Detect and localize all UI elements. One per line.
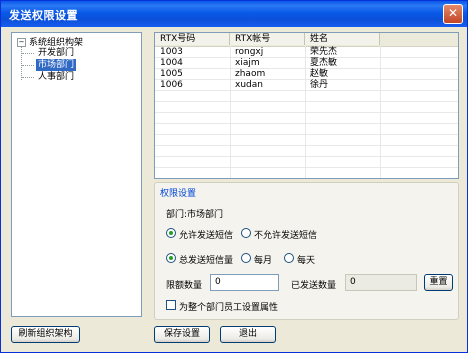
cell-name: 夏杰敏 (310, 58, 338, 68)
list-header: RTX号码 RTX帐号 姓名 (155, 33, 458, 47)
dialog-window: 发送权限设置 ✕ − 系统组织构架 开发部门 市场部门 人事部门 RTX号码 RT… (0, 0, 468, 353)
refresh-org-button[interactable]: 刷新组织架构 (11, 326, 80, 343)
table-row[interactable]: 1006 xudan 徐丹 (155, 80, 458, 91)
monthly-radio[interactable] (241, 253, 251, 263)
total-sms-label[interactable]: 总发送短信量 (179, 253, 233, 266)
limit-input[interactable]: 0 (210, 274, 279, 291)
sent-count-field: 0 (345, 274, 417, 291)
deny-sms-radio[interactable] (241, 228, 251, 238)
column-header-name[interactable]: 姓名 (305, 33, 380, 45)
cell-name: 徐丹 (310, 80, 329, 90)
daily-radio[interactable] (284, 253, 294, 263)
organization-tree[interactable]: − 系统组织构架 开发部门 市场部门 人事部门 (11, 32, 142, 317)
empty-row (155, 157, 458, 168)
limit-label: 限额数量 (166, 281, 203, 291)
empty-row (155, 135, 458, 146)
empty-row (155, 102, 458, 113)
cell-rtx-account: rongxj (235, 47, 264, 57)
tree-connector (22, 65, 34, 66)
group-title: 权限设置 (159, 186, 198, 199)
empty-row (155, 124, 458, 135)
close-icon: ✕ (447, 6, 459, 20)
window-title: 发送权限设置 (9, 9, 78, 22)
allow-sms-label[interactable]: 允许发送短信 (179, 228, 233, 241)
daily-label[interactable]: 每天 (297, 253, 315, 266)
department-label: 部门:市场部门 (166, 210, 224, 220)
cell-rtx-account: xiajm (235, 58, 260, 68)
total-sms-radio[interactable] (166, 253, 176, 263)
cell-rtx-account: xudan (235, 80, 263, 90)
radio-selected-dot (169, 231, 173, 235)
cell-rtx-number: 1003 (160, 47, 183, 57)
tree-root[interactable]: − 系统组织构架 (17, 35, 83, 48)
deny-sms-label[interactable]: 不允许发送短信 (254, 228, 317, 241)
permission-settings-group: 权限设置 部门:市场部门 允许发送短信 不允许发送短信 总发送短信量 每月 每天… (154, 182, 459, 320)
tree-node-marketing[interactable]: 市场部门 (36, 59, 77, 71)
sent-count-label: 已发送数量 (291, 281, 337, 291)
tree-connector (22, 77, 34, 78)
reset-button[interactable]: 重置 (424, 274, 453, 291)
empty-row (155, 113, 458, 124)
cell-rtx-account: zhaom (235, 69, 266, 79)
exit-button[interactable]: 退出 (220, 326, 276, 343)
tree-node-hr[interactable]: 人事部门 (36, 71, 76, 83)
tree-node-dev[interactable]: 开发部门 (36, 47, 76, 59)
empty-row (155, 91, 458, 102)
table-row[interactable]: 1005 zhaom 赵敏 (155, 69, 458, 80)
empty-row (155, 146, 458, 157)
user-list[interactable]: RTX号码 RTX帐号 姓名 1003 rongxj 荣先杰 1004 xiaj… (154, 32, 459, 179)
cell-rtx-number: 1006 (160, 80, 183, 90)
table-row[interactable]: 1004 xiajm 夏杰敏 (155, 58, 458, 69)
column-header-rtx-account[interactable]: RTX帐号 (230, 33, 305, 45)
cell-name: 荣先杰 (310, 47, 338, 57)
cell-rtx-number: 1005 (160, 69, 183, 79)
allow-sms-radio[interactable] (166, 228, 176, 238)
empty-row (155, 168, 458, 178)
apply-all-checkbox[interactable] (166, 300, 176, 310)
radio-selected-dot (169, 256, 173, 260)
column-header-rtx-number[interactable]: RTX号码 (155, 33, 230, 45)
monthly-label[interactable]: 每月 (254, 253, 272, 266)
tree-connector (21, 46, 22, 80)
cell-rtx-number: 1004 (160, 58, 183, 68)
save-settings-button[interactable]: 保存设置 (154, 326, 210, 343)
table-row[interactable]: 1003 rongxj 荣先杰 (155, 47, 458, 58)
close-button[interactable]: ✕ (443, 4, 463, 24)
cell-name: 赵敏 (310, 69, 329, 79)
title-bar[interactable]: 发送权限设置 ✕ (1, 1, 467, 27)
tree-connector (22, 53, 34, 54)
apply-all-label[interactable]: 为整个部门员工设置属性 (179, 300, 278, 313)
